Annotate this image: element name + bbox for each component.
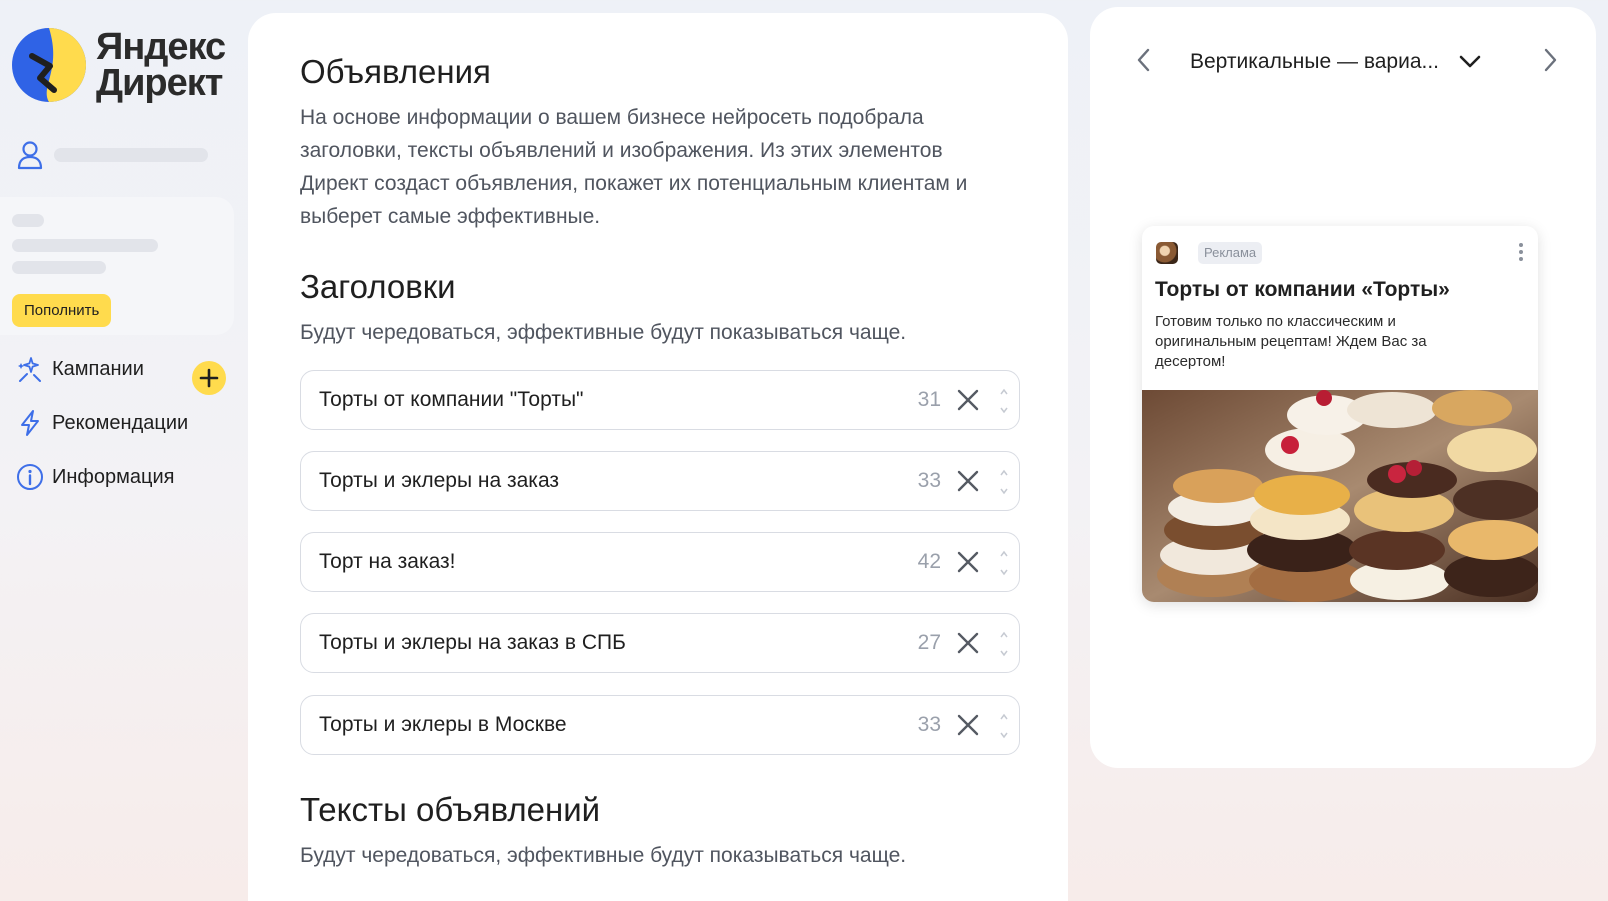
chevron-right-icon[interactable] [1538, 45, 1562, 75]
char-count: 42 [917, 550, 941, 573]
sidebar: Яндекс Директ Пополнить Кампании Рекомен… [0, 0, 240, 901]
nav-item-information[interactable]: Информация [16, 463, 174, 491]
close-icon[interactable] [955, 549, 981, 575]
yandex-direct-logo-icon [12, 28, 86, 102]
close-icon[interactable] [955, 712, 981, 738]
nav-item-label: Информация [52, 465, 175, 488]
ad-preview-panel: Вертикальные — вариа... Реклама Торты от… [1090, 7, 1596, 768]
headline-input[interactable] [319, 696, 909, 754]
nav-item-label: Рекомендации [52, 411, 189, 434]
ad-label-badge: Реклама [1198, 242, 1263, 264]
ad-preview-title: Торты от компании «Торты» [1155, 278, 1450, 301]
close-icon[interactable] [955, 630, 981, 656]
ads-section-title: Объявления [300, 53, 491, 90]
headlines-section-hint: Будут чередоваться, эффективные будут по… [300, 321, 907, 344]
advertiser-favicon [1156, 242, 1178, 264]
char-count: 33 [917, 469, 941, 492]
topup-button[interactable]: Пополнить [12, 294, 112, 327]
ad-preview-text: Готовим только по классическим и оригина… [1155, 313, 1427, 370]
headline-input[interactable] [319, 614, 909, 672]
headline-field[interactable]: 33 [300, 695, 1020, 755]
ad-texts-section-title: Тексты объявлений [300, 791, 601, 828]
chevron-left-icon[interactable] [1132, 45, 1156, 75]
balance-placeholder [12, 261, 106, 274]
ad-preview-card[interactable]: Реклама Торты от компании «Торты» Готови… [1142, 226, 1538, 602]
char-count: 31 [917, 388, 941, 411]
more-vertical-icon[interactable] [1518, 241, 1524, 263]
close-icon[interactable] [955, 387, 981, 413]
reorder-handle-icon[interactable] [999, 387, 1009, 415]
char-count: 33 [917, 713, 941, 736]
add-campaign-button[interactable] [192, 361, 226, 395]
ad-preview-image [1142, 390, 1538, 602]
user-icon [17, 141, 43, 170]
user-name-placeholder [54, 148, 208, 162]
preview-format-label: Вертикальные — вариа... [1190, 50, 1440, 73]
headline-field[interactable]: 42 [300, 532, 1020, 592]
headlines-section-title: Заголовки [300, 268, 456, 305]
headline-input[interactable] [319, 452, 909, 510]
ads-editor-card: Объявления На основе информации о вашем … [248, 13, 1068, 901]
chevron-down-icon [1459, 55, 1481, 68]
balance-placeholder [12, 214, 44, 227]
headline-input[interactable] [319, 371, 909, 429]
nav-item-recommendations[interactable]: Рекомендации [16, 409, 188, 437]
info-icon [17, 464, 43, 490]
user-account[interactable] [16, 140, 208, 170]
nav-item-campaigns[interactable]: Кампании [16, 355, 144, 383]
ads-section-description: На основе информации о вашем бизнесе ней… [300, 106, 968, 228]
headline-field[interactable]: 33 [300, 451, 1020, 511]
plus-icon [199, 368, 219, 388]
headline-field[interactable]: 31 [300, 370, 1020, 430]
close-icon[interactable] [955, 468, 981, 494]
headline-input[interactable] [319, 533, 909, 591]
nav-item-label: Кампании [52, 357, 144, 380]
reorder-handle-icon[interactable] [999, 630, 1009, 658]
logo-line-2: Директ [96, 62, 223, 104]
ad-texts-section-hint: Будут чередоваться, эффективные будут по… [300, 844, 907, 867]
headline-field[interactable]: 27 [300, 613, 1020, 673]
balance-placeholder [12, 239, 158, 252]
yandex-direct-logo[interactable]: Яндекс Директ [10, 26, 226, 104]
logo-text: Яндекс Директ [96, 26, 226, 104]
logo-line-1: Яндекс [96, 26, 226, 68]
reorder-handle-icon[interactable] [999, 468, 1009, 496]
char-count: 27 [917, 631, 941, 654]
reorder-handle-icon[interactable] [999, 712, 1009, 740]
preview-format-select[interactable]: Вертикальные — вариа... [1190, 45, 1510, 79]
lightning-icon [21, 410, 39, 436]
sparkle-people-icon [18, 357, 41, 382]
balance-card: Пополнить [0, 197, 234, 335]
reorder-handle-icon[interactable] [999, 549, 1009, 577]
